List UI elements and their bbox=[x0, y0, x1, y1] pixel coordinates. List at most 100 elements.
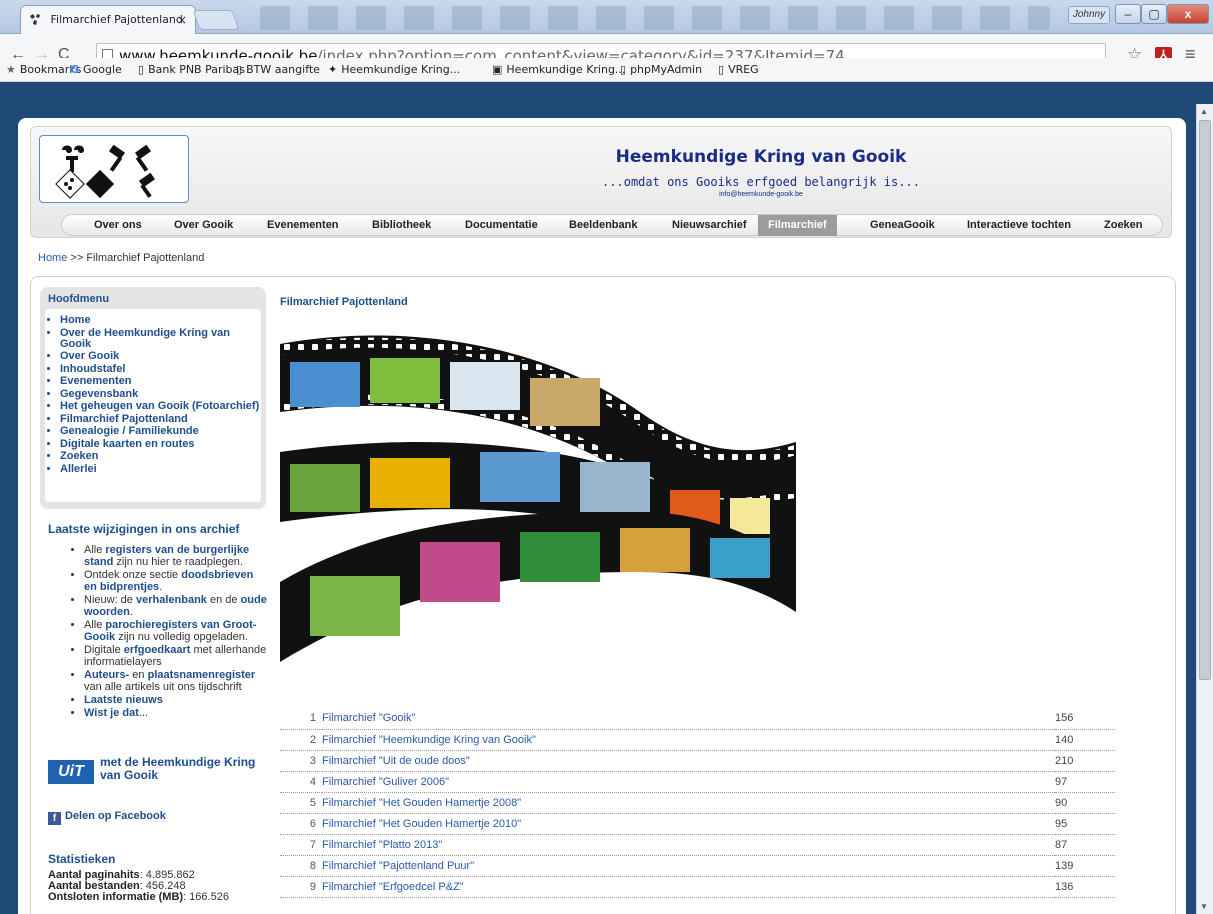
film-title-cell: Filmarchief "Platto 2013" bbox=[322, 834, 1055, 856]
film-row: 9 Filmarchief "Erfgoedcel P&Z" 136 bbox=[280, 876, 1115, 898]
site-logo[interactable] bbox=[39, 135, 189, 203]
main-menu-item[interactable]: Digitale kaarten en routes bbox=[60, 438, 261, 450]
nav-item[interactable]: Over Gooik bbox=[174, 219, 233, 231]
bookmark-item[interactable]: ▣ Heemkundige Kring... bbox=[492, 63, 625, 76]
bookmark-item[interactable]: ▯ BTW aangifte bbox=[236, 63, 320, 76]
film-row: 5 Filmarchief "Het Gouden Hamertje 2008" 9… bbox=[280, 792, 1115, 814]
changes-item: Auteurs- en plaatsnamenregister van alle… bbox=[84, 669, 268, 693]
nav-item[interactable]: Bibliotheek bbox=[372, 219, 431, 231]
film-number: 5 bbox=[280, 792, 322, 814]
uit-text: met de Heemkundige Kring van Gooik bbox=[100, 755, 256, 782]
site-email-link[interactable]: info@heemkunde-gooik.be bbox=[551, 191, 971, 198]
changes-item: Alle registers van de burgerlijke stand … bbox=[84, 544, 268, 568]
changes-link[interactable]: erfgoedkaart bbox=[124, 644, 191, 656]
changes-text: en de bbox=[206, 594, 241, 606]
main-menu-item[interactable]: Zoeken bbox=[60, 451, 261, 462]
bookmark-icon: ▯ bbox=[236, 63, 243, 76]
nav-item[interactable]: Beeldenbank bbox=[569, 219, 637, 231]
bookmark-item[interactable]: G Google bbox=[70, 63, 122, 76]
film-link[interactable]: Filmarchief "Gooik" bbox=[322, 712, 415, 724]
main-menu-item[interactable]: Filmarchief Pajottenland bbox=[60, 413, 261, 425]
main-menu-item[interactable]: Over de Heemkundige Kring van Gooik bbox=[60, 327, 261, 350]
filmstrip-banner-image bbox=[280, 335, 796, 662]
facebook-share-link[interactable]: f Delen op Facebook bbox=[48, 810, 166, 825]
changes-text: zijn nu hier te raadplegen. bbox=[113, 556, 243, 568]
film-number: 3 bbox=[280, 750, 322, 772]
film-link[interactable]: Filmarchief "Heemkundige Kring van Gooik… bbox=[322, 734, 536, 746]
changes-title: Laatste wijzigingen in ons archief bbox=[48, 522, 240, 536]
bookmark-label: BTW aangifte bbox=[246, 63, 320, 76]
bookmark-item[interactable]: ✦ Heemkundige Kring... bbox=[328, 63, 460, 76]
film-number: 2 bbox=[280, 729, 322, 751]
bookmark-icon: ★ bbox=[6, 63, 16, 76]
profile-button[interactable]: Johnny bbox=[1068, 6, 1110, 24]
film-row: 1 Filmarchief "Gooik" 156 bbox=[280, 708, 1115, 730]
film-link[interactable]: Filmarchief "Pajottenland Puur" bbox=[322, 860, 474, 872]
film-link[interactable]: Filmarchief "Guliver 2006" bbox=[322, 776, 449, 788]
film-title-cell: Filmarchief "Heemkundige Kring van Gooik… bbox=[322, 729, 1055, 751]
nav-item[interactable]: Evenementen bbox=[267, 219, 339, 231]
changes-text: Nieuw: de bbox=[84, 594, 136, 606]
changes-link[interactable]: Laatste nieuws bbox=[84, 694, 163, 706]
main-menu-item[interactable]: Genealogie / Familiekunde bbox=[60, 426, 261, 437]
bookmark-label: Heemkundige Kring... bbox=[506, 63, 626, 76]
nav-item[interactable]: GeneaGooik bbox=[870, 219, 935, 231]
facebook-icon: f bbox=[48, 812, 61, 825]
nav-item[interactable]: Filmarchief bbox=[758, 215, 837, 236]
page-container: Heemkundige Kring van Gooik ...omdat ons… bbox=[18, 118, 1186, 914]
film-hits: 210 bbox=[1055, 750, 1115, 772]
main-menu-item[interactable]: Het geheugen van Gooik (Fotoarchief) bbox=[60, 401, 261, 412]
breadcrumb-separator: >> bbox=[67, 252, 87, 264]
film-link[interactable]: Filmarchief "Uit de oude doos" bbox=[322, 755, 470, 767]
close-window-button[interactable]: x bbox=[1167, 4, 1209, 24]
maximize-button[interactable]: ▢ bbox=[1141, 4, 1167, 24]
bookmark-item[interactable]: ▯ Bank PNB Paribas bbox=[138, 63, 245, 76]
minimize-button[interactable]: – bbox=[1115, 4, 1141, 24]
main-menu-item[interactable]: Over Gooik bbox=[60, 351, 261, 362]
changes-item: Nieuw: de verhalenbank en de oude woorde… bbox=[84, 594, 268, 618]
changes-item: Wist je dat... bbox=[84, 707, 268, 719]
nav-item[interactable]: Interactieve tochten bbox=[967, 219, 1071, 231]
main-menu-item[interactable]: Allerlei bbox=[60, 463, 261, 475]
changes-item: Alle parochieregisters van Groot-Gooik z… bbox=[84, 619, 268, 643]
breadcrumb-home-link[interactable]: Home bbox=[38, 252, 67, 264]
nav-item[interactable]: Nieuwsarchief bbox=[672, 219, 747, 231]
film-link[interactable]: Filmarchief "Erfgoedcel P&Z" bbox=[322, 881, 464, 893]
changes-text: Ontdek onze sectie bbox=[84, 569, 182, 581]
facebook-share-label: Delen op Facebook bbox=[65, 810, 166, 822]
bookmark-item[interactable]: ▯ VREG bbox=[718, 63, 759, 76]
changes-link[interactable]: Auteurs- bbox=[84, 669, 129, 681]
film-row: 7 Filmarchief "Platto 2013" 87 bbox=[280, 834, 1115, 856]
film-title-cell: Filmarchief "Guliver 2006" bbox=[322, 771, 1055, 793]
vertical-scrollbar[interactable]: ▲ ▼ bbox=[1196, 104, 1213, 914]
changes-item: Digitale erfgoedkaart met allerhande inf… bbox=[84, 644, 268, 668]
nav-item[interactable]: Over ons bbox=[94, 219, 142, 231]
scroll-down-arrow-icon[interactable]: ▼ bbox=[1200, 902, 1208, 911]
film-title-cell: Filmarchief "Gooik" bbox=[322, 708, 1055, 730]
changes-link[interactable]: plaatsnamenregister bbox=[148, 669, 256, 681]
browser-tab[interactable]: Filmarchief Pajottenland × bbox=[20, 5, 196, 35]
scroll-up-arrow-icon[interactable]: ▲ bbox=[1200, 107, 1208, 116]
category-title: Filmarchief Pajottenland bbox=[280, 296, 408, 308]
film-link[interactable]: Filmarchief "Het Gouden Hamertje 2010" bbox=[322, 818, 521, 830]
hammers-logo-icon bbox=[55, 144, 156, 199]
new-tab-button[interactable] bbox=[192, 10, 240, 30]
changes-link[interactable]: verhalenbank bbox=[136, 594, 207, 606]
changes-list: Alle registers van de burgerlijke stand … bbox=[68, 544, 268, 720]
main-menu-item[interactable]: Home bbox=[60, 315, 261, 326]
film-row: 8 Filmarchief "Pajottenland Puur" 139 bbox=[280, 855, 1115, 877]
main-menu-item[interactable]: Gegevensbank bbox=[60, 388, 261, 400]
main-menu-item[interactable]: Evenementen bbox=[60, 376, 261, 387]
main-menu-item[interactable]: Inhoudstafel bbox=[60, 363, 261, 375]
film-title-cell: Filmarchief "Het Gouden Hamertje 2010" bbox=[322, 813, 1055, 835]
film-link[interactable]: Filmarchief "Platto 2013" bbox=[322, 839, 442, 851]
changes-link[interactable]: Wist je dat bbox=[84, 707, 139, 719]
film-number: 1 bbox=[280, 708, 322, 730]
nav-item[interactable]: Zoeken bbox=[1104, 219, 1143, 231]
tab-close-icon[interactable]: × bbox=[177, 13, 187, 27]
film-link[interactable]: Filmarchief "Het Gouden Hamertje 2008" bbox=[322, 797, 521, 809]
nav-item[interactable]: Documentatie bbox=[465, 219, 538, 231]
film-hits: 95 bbox=[1055, 813, 1115, 835]
scrollbar-thumb[interactable] bbox=[1199, 120, 1211, 680]
bookmark-item[interactable]: ▯ phpMyAdmin bbox=[620, 63, 702, 76]
